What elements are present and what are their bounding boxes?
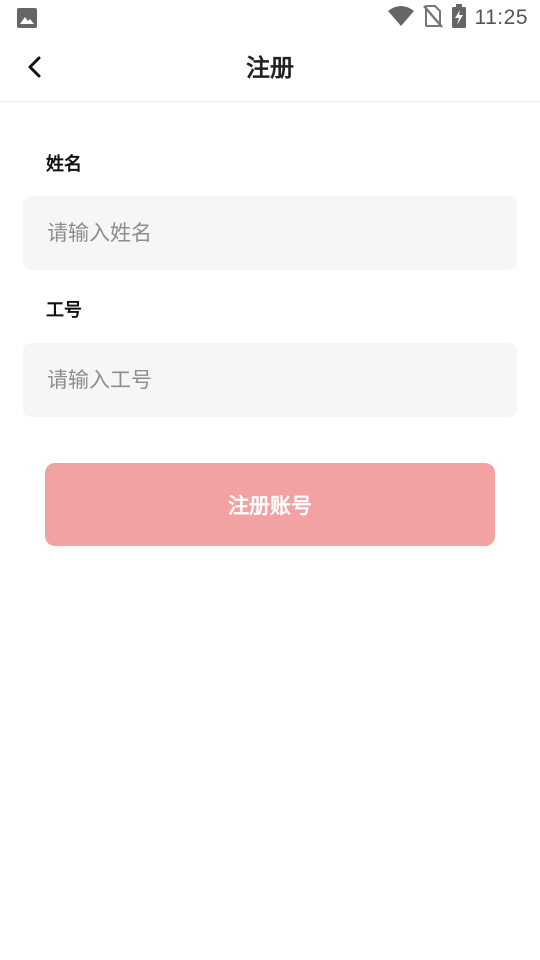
- name-input-container: [23, 196, 517, 270]
- status-bar: 11:25: [0, 0, 540, 36]
- status-icons: 11:25: [387, 4, 529, 32]
- register-account-button[interactable]: 注册账号: [45, 463, 495, 546]
- name-input[interactable]: [23, 196, 517, 270]
- image-icon: [16, 7, 38, 29]
- name-label: 姓名: [46, 154, 82, 175]
- wifi-icon: [387, 5, 415, 31]
- no-sim-icon: [422, 4, 443, 32]
- back-button[interactable]: [18, 52, 52, 86]
- battery-charging-icon: [451, 4, 467, 32]
- employee-id-input-container: [23, 343, 517, 417]
- employee-id-label: 工号: [46, 300, 82, 321]
- chevron-left-icon: [25, 55, 45, 83]
- employee-id-input[interactable]: [23, 343, 517, 417]
- page-title: 注册: [246, 54, 294, 82]
- nav-bar: 注册: [0, 36, 540, 102]
- status-time: 11:25: [474, 6, 528, 29]
